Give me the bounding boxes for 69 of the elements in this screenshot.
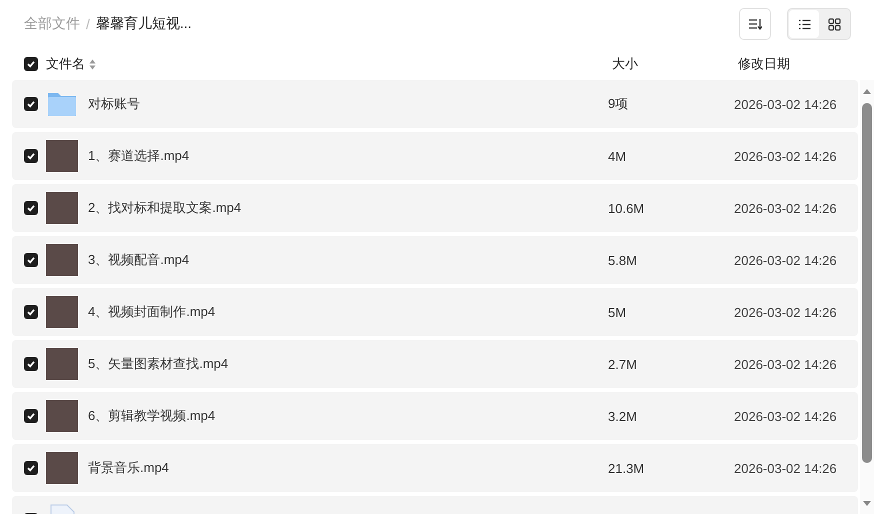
checkbox[interactable] — [24, 357, 38, 371]
file-name: 3、视频配音.mp4 — [88, 251, 190, 269]
checkmark-icon — [26, 59, 36, 69]
file-size: 4M — [608, 148, 628, 164]
checkbox[interactable] — [24, 253, 38, 267]
video-thumbnail — [46, 348, 78, 380]
column-header[interactable]: 修改日期 — [738, 55, 790, 73]
modified-date: 2026-03-02 14:26 — [734, 148, 837, 164]
checkbox[interactable] — [24, 97, 38, 111]
modified-date: 2026-03-02 14:26 — [734, 408, 837, 424]
column-header[interactable]: 文件名 — [46, 55, 85, 73]
checkbox[interactable] — [24, 201, 38, 215]
modified-date: 2026-03-02 14:26 — [734, 460, 837, 476]
file-size: 9项 — [608, 95, 630, 113]
sort-button[interactable] — [739, 8, 771, 40]
file-row[interactable]: 4、视频封面制作.mp4 5M 2026-03-02 14:26 — [12, 288, 858, 336]
video-thumbnail — [46, 452, 78, 484]
file-name: 背景音乐.mp4 — [88, 459, 170, 477]
file-size: 10.6M — [608, 200, 646, 216]
file-row[interactable]: 5、矢量图素材查找.mp4 2.7M 2026-03-02 14:26 — [12, 340, 858, 388]
breadcrumb-separator: / — [86, 16, 90, 32]
file-name: 5、矢量图素材查找.mp4 — [88, 355, 230, 373]
file-row[interactable]: 6、剪辑教学视频.mp4 3.2M 2026-03-02 14:26 — [12, 392, 858, 440]
sort-arrows-icon[interactable] — [89, 58, 96, 70]
checkmark-icon — [26, 411, 36, 421]
grid-icon — [828, 18, 840, 30]
file-size: 21.3M — [608, 460, 646, 476]
sort-icon — [748, 18, 762, 30]
checkmark-icon — [26, 255, 36, 265]
checkbox[interactable] — [24, 305, 38, 319]
list-icon — [798, 18, 810, 30]
modified-date: 2026-03-02 14:26 — [734, 252, 837, 268]
checkbox[interactable] — [24, 409, 38, 423]
checkmark-icon — [26, 151, 36, 161]
checkbox[interactable] — [24, 57, 38, 71]
checkmark-icon — [26, 203, 36, 213]
checkbox[interactable] — [24, 149, 38, 163]
modified-date: 2026-03-02 14:26 — [734, 200, 837, 216]
video-thumbnail — [46, 400, 78, 432]
file-name: 4、视频封面制作.mp4 — [88, 303, 216, 321]
file-size: 2.7M — [608, 356, 638, 372]
checkmark-icon — [26, 463, 36, 473]
modified-date: 2026-03-02 14:26 — [734, 304, 837, 320]
checkmark-icon — [26, 359, 36, 369]
file-name: 1、赛道选择.mp4 — [88, 147, 190, 165]
scrollbar[interactable] — [860, 80, 874, 514]
video-thumbnail — [46, 296, 78, 328]
file-name: 对标账号 — [88, 95, 141, 113]
file-row[interactable]: 对标账号 9项 2026-03-02 14:26 — [12, 80, 858, 128]
video-thumbnail — [46, 140, 78, 172]
file-name: 2、找对标和提取文案.mp4 — [88, 199, 242, 217]
file-row[interactable]: 1、赛道选择.mp4 4M 2026-03-02 14:26 — [12, 132, 858, 180]
list-view-button[interactable] — [789, 10, 819, 38]
checkmark-icon — [26, 99, 36, 109]
file-row[interactable]: 背景音乐.mp4 21.3M 2026-03-02 14:26 — [12, 444, 858, 492]
file-size: 3.2M — [608, 408, 638, 424]
modified-date: 2026-03-02 14:26 — [734, 96, 837, 112]
file-row[interactable]: 2、找对标和提取文案.mp4 10.6M 2026-03-02 14:26 — [12, 184, 858, 232]
file-size: 5.8M — [608, 252, 638, 268]
column-header[interactable]: 大小 — [612, 55, 738, 73]
checkbox[interactable] — [24, 461, 38, 475]
breadcrumb-link[interactable]: 馨馨育儿短视... — [96, 15, 192, 33]
video-thumbnail — [46, 192, 78, 224]
file-row[interactable]: 3、视频配音.mp4 5.8M 2026-03-02 14:26 — [12, 236, 858, 284]
modified-date: 2026-03-02 14:26 — [734, 356, 837, 372]
file-name: 6、剪辑教学视频.mp4 — [88, 407, 216, 425]
checkmark-icon — [26, 307, 36, 317]
file-size: 5M — [608, 304, 628, 320]
video-thumbnail — [46, 244, 78, 276]
